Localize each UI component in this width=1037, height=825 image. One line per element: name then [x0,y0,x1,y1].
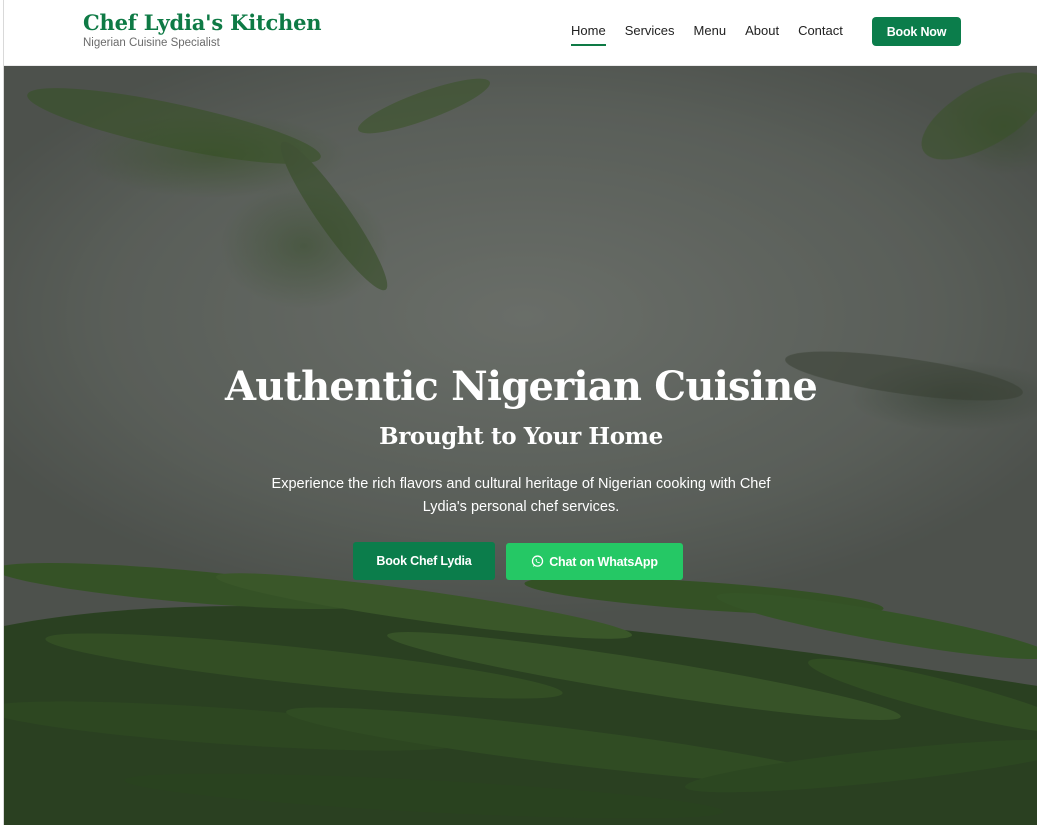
whatsapp-chat-button[interactable]: Chat on WhatsApp [506,543,683,580]
hero-title: Authentic Nigerian Cuisine [224,363,818,410]
nav-contact[interactable]: Contact [798,23,843,42]
nav-home[interactable]: Home [571,23,606,46]
nav-about[interactable]: About [745,23,779,42]
whatsapp-icon [531,555,544,568]
nav-services[interactable]: Services [625,23,675,42]
brand-subtitle: Nigerian Cuisine Specialist [83,37,220,49]
book-chef-button[interactable]: Book Chef Lydia [353,542,495,580]
page-frame: Chef Lydia's Kitchen Nigerian Cuisine Sp… [3,0,1037,825]
book-now-button[interactable]: Book Now [872,17,961,46]
brand-title: Chef Lydia's Kitchen [83,10,322,35]
hero-subtitle: Brought to Your Home [379,423,663,450]
main-nav: Home Services Menu About Contact [571,22,862,46]
site-header: Chef Lydia's Kitchen Nigerian Cuisine Sp… [4,0,1037,66]
hero-section: Authentic Nigerian Cuisine Brought to Yo… [4,66,1037,825]
hero-description: Experience the rich flavors and cultural… [271,476,771,515]
brand-logo[interactable]: Chef Lydia's Kitchen Nigerian Cuisine Sp… [83,10,322,49]
whatsapp-button-label: Chat on WhatsApp [549,554,658,569]
nav-menu[interactable]: Menu [694,23,727,42]
hero-content: Authentic Nigerian Cuisine Brought to Yo… [4,66,1037,825]
